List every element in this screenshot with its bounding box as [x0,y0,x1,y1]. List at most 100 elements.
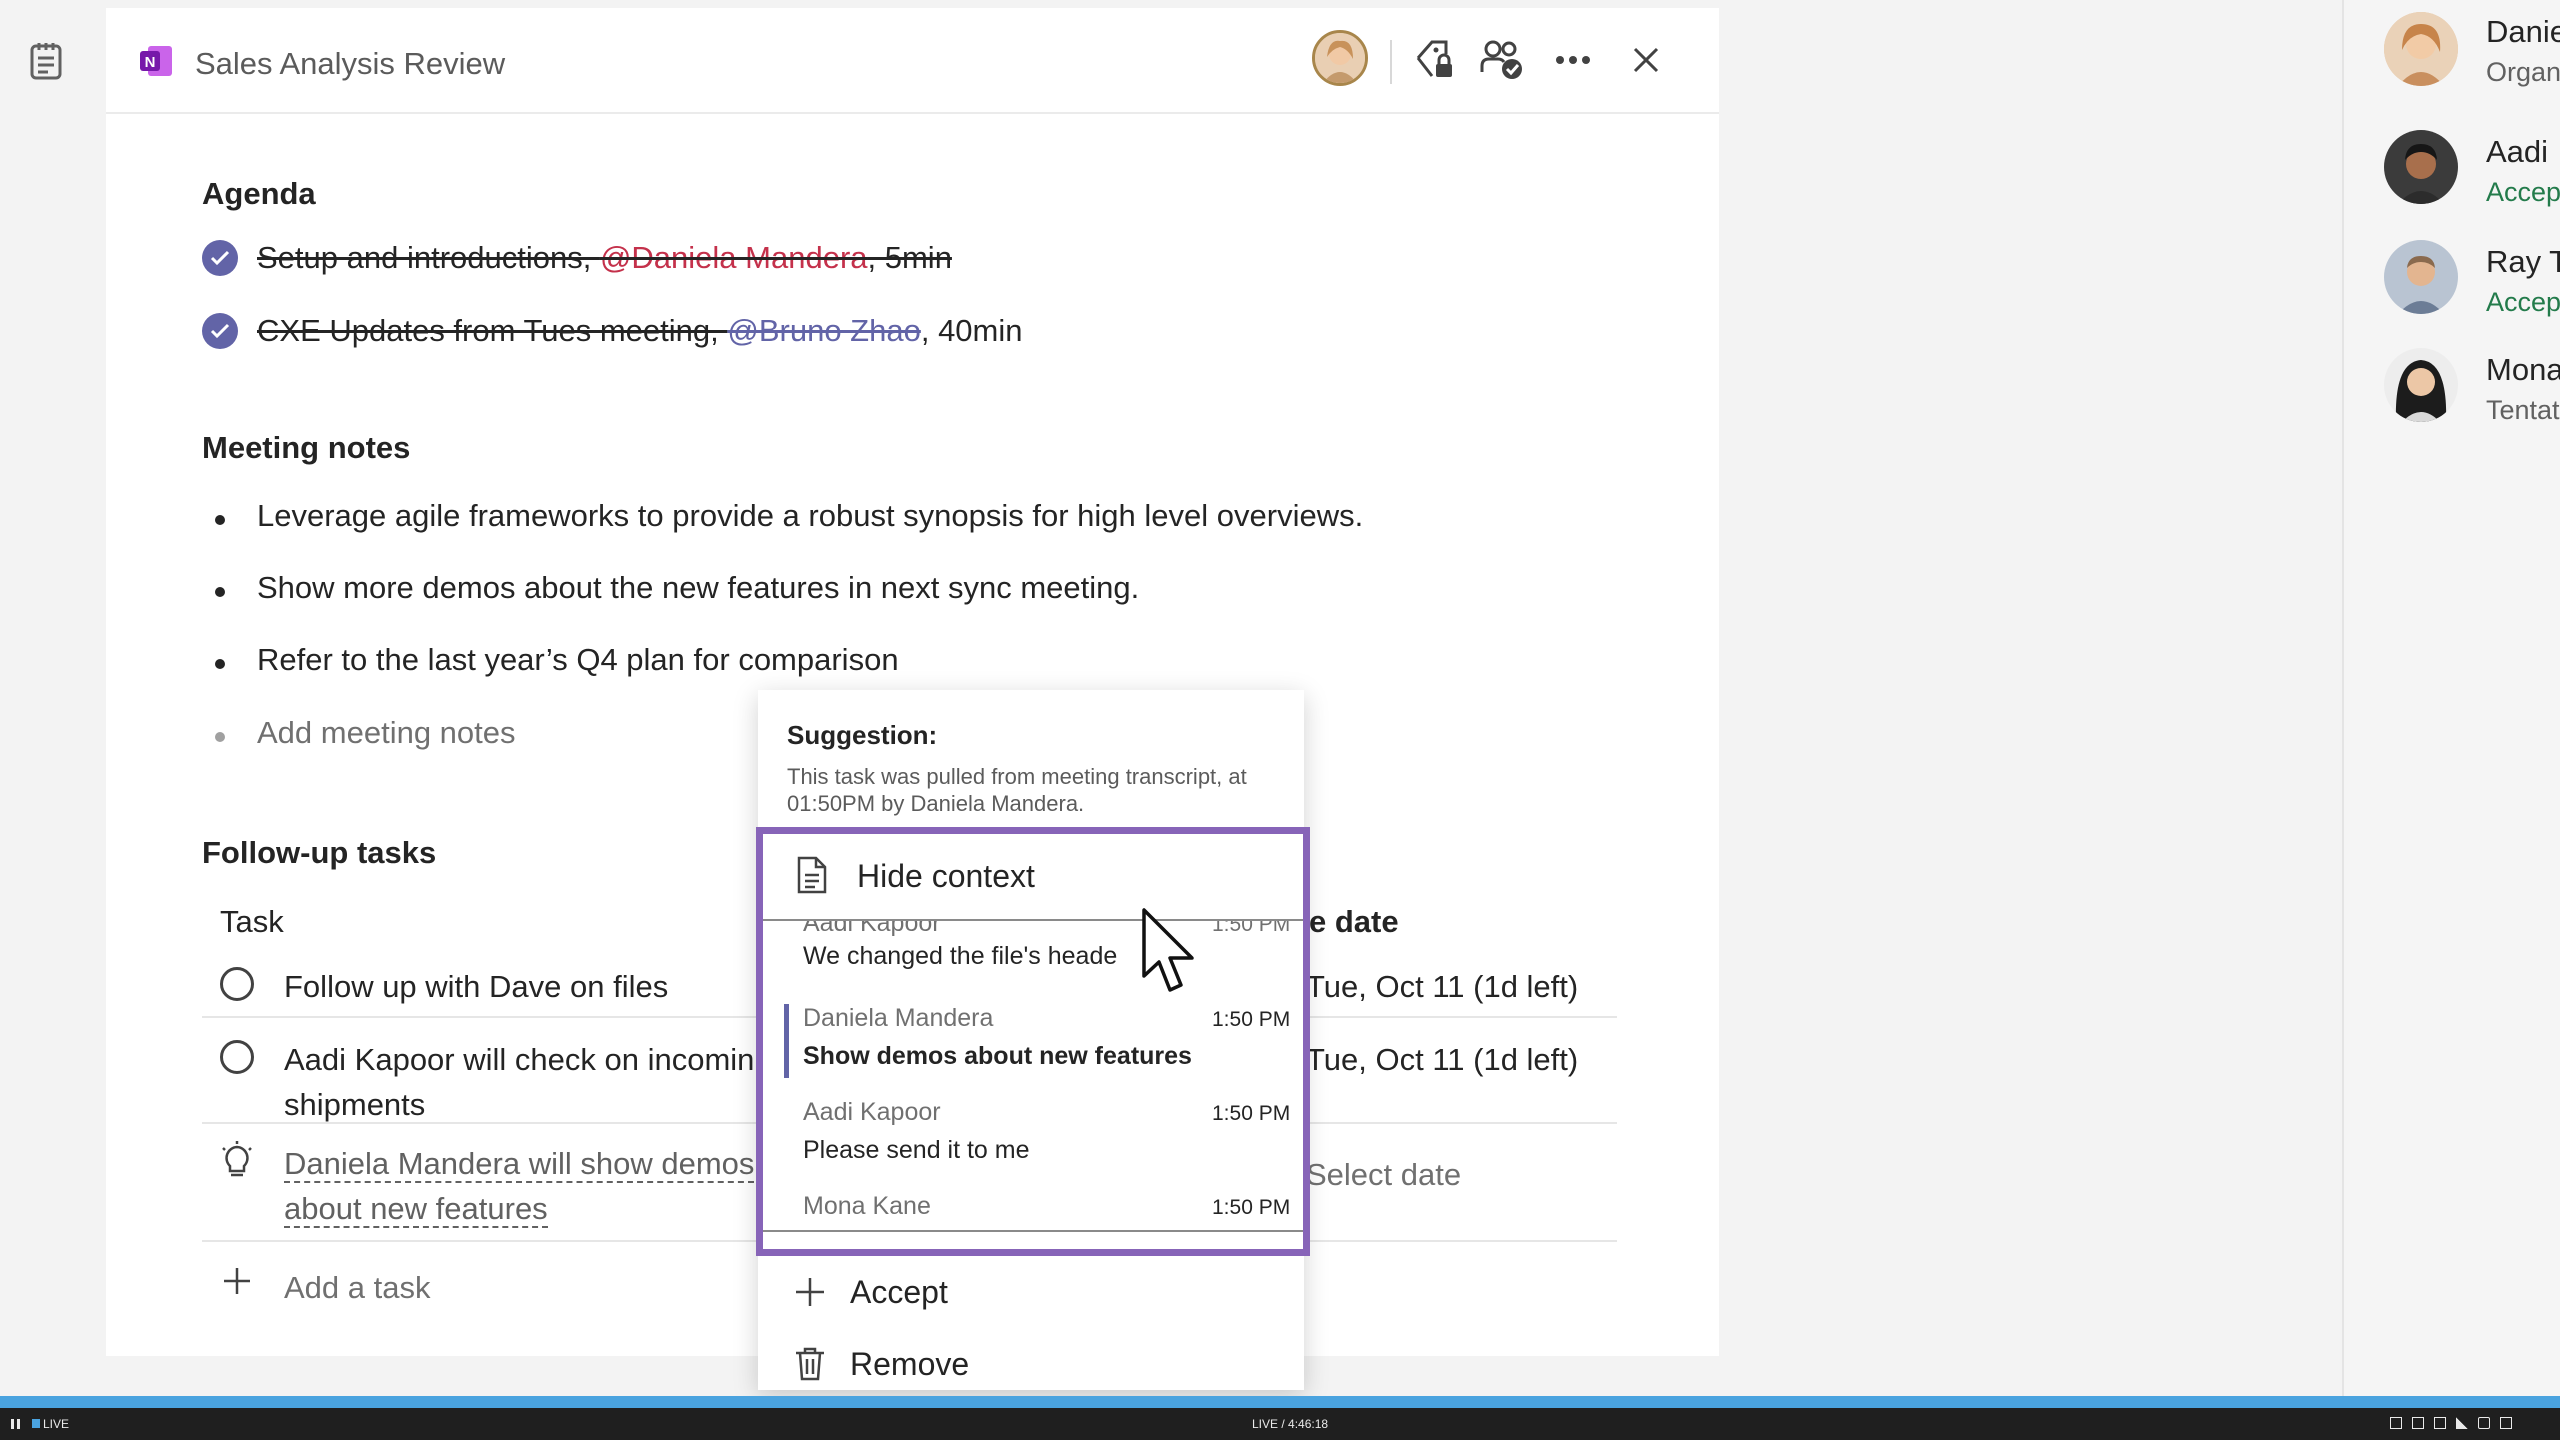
transcript-text: Show demos about new features [803,1042,1192,1070]
player-status-bar: LIVE LIVE / 4:46:18 [0,1408,2560,1440]
timestamp: 1:50 PM [1212,1008,1291,1031]
suggested-task-title[interactable]: Daniela Mandera will show demos [284,1146,755,1183]
agenda-item-duration: , 5min [867,240,952,275]
note-item[interactable]: Leverage agile frameworks to provide a r… [257,498,1363,534]
participant-name: Mona [2486,352,2560,387]
task-due-date[interactable]: Tue, Oct 11 (1d left) [1306,969,1578,1005]
plus-icon[interactable] [794,1276,826,1308]
avatar[interactable] [2384,12,2458,86]
avatar[interactable] [2384,348,2458,422]
accept-button[interactable]: Accept [850,1274,948,1311]
progress-accent-bar [0,1396,2560,1408]
signal-icon[interactable] [2456,1417,2468,1429]
volume-icon[interactable] [2478,1417,2490,1429]
page-title: Sales Analysis Review [195,46,506,81]
participant-status: Accept [2486,287,2560,317]
participant-status: Accept [2486,177,2560,207]
more-icon[interactable] [1549,36,1597,84]
tray-icon[interactable] [2412,1417,2424,1429]
task-checkbox[interactable] [220,1040,254,1074]
bullet-icon [215,587,225,597]
trash-icon[interactable] [794,1346,826,1382]
remove-button[interactable]: Remove [850,1346,969,1383]
note-item[interactable]: Refer to the last year’s Q4 plan for com… [257,642,899,678]
participants-panel: Danie Organ Aadi Accept Ray T Accept Mon… [2342,0,2560,1398]
header-divider [1390,40,1392,84]
speaker-name: Daniela Mandera [803,1004,994,1032]
pause-icon[interactable] [10,1418,22,1430]
people-check-icon[interactable] [1478,36,1526,84]
bullet-icon [215,732,225,742]
suggestion-description: This task was pulled from meeting transc… [787,764,1247,789]
agenda-item-text: CXE Updates from Tues meeting, [257,313,728,348]
speaker-name: Aadi Kapoor [803,921,941,937]
bullet-icon [215,659,225,669]
live-label: LIVE [43,1417,70,1431]
onenote-logo-icon: N [140,44,174,78]
plus-icon[interactable] [222,1266,252,1296]
tray-icons [2390,1417,2550,1431]
suggested-task-title-line2: about new features [284,1191,548,1228]
tray-icon[interactable] [2390,1417,2402,1429]
context-divider [763,1230,1303,1232]
fullscreen-icon[interactable] [2500,1417,2512,1429]
svg-text:N: N [145,54,156,71]
participant-name: Ray T [2486,244,2560,279]
tray-icon[interactable] [2434,1417,2446,1429]
bullet-icon [215,515,225,525]
avatar[interactable] [2384,130,2458,204]
date-column-header: e date [1309,904,1399,939]
speaker-name: Aadi Kapoor [803,1098,941,1126]
mouse-cursor-icon [1140,908,1198,998]
agenda-item-text: Setup and introductions, [257,240,600,275]
live-time: LIVE / 4:46:18 [1252,1417,1329,1431]
speaker-name: Mona Kane [803,1192,931,1220]
transcript-context: Hide context Aadi Kapoor 1:50 PM We chan… [756,827,1310,1256]
participant-status: Tentat [2486,395,2560,425]
checked-icon[interactable] [202,240,238,276]
tasks-heading: Follow-up tasks [202,835,437,870]
checked-icon[interactable] [202,313,238,349]
task-title-line2: shipments [284,1087,426,1122]
timestamp: 1:50 PM [1212,1196,1291,1219]
lightbulb-icon [220,1141,254,1181]
mention[interactable]: @Bruno Zhao [727,313,920,348]
agenda-item[interactable]: Setup and introductions, @Daniela Mander… [257,240,952,276]
transcript-entry: Aadi Kapoor 1:50 PM We changed the file'… [763,921,1303,981]
task-title[interactable]: Aadi Kapoor will check on incomin [284,1042,754,1078]
add-notes-input[interactable]: Add meeting notes [257,715,516,751]
tag-lock-icon[interactable] [1410,36,1458,84]
participant-name: Danie [2486,14,2560,49]
suggestion-description-line2: 01:50PM by Daniela Mandera. [787,791,1085,816]
avatar[interactable] [2384,240,2458,314]
close-icon[interactable] [1622,36,1670,84]
mention[interactable]: @Daniela Mandera [600,240,868,275]
agenda-item[interactable]: CXE Updates from Tues meeting, @Bruno Zh… [257,313,1023,349]
suggestion-heading: Suggestion: [787,720,938,750]
live-indicator-icon [32,1419,40,1428]
suggested-task-text: about new features [284,1191,548,1228]
task-checkbox[interactable] [220,967,254,1001]
participant-status: Organ [2486,57,2560,87]
participant-name: Aadi [2486,134,2549,169]
task-due-date[interactable]: Tue, Oct 11 (1d left) [1306,1042,1578,1078]
notes-rail-icon[interactable] [30,40,64,80]
avatar[interactable] [1312,30,1368,86]
document-icon [796,856,828,894]
task-column-header: Task [220,904,284,939]
meeting-notes-heading: Meeting notes [202,430,411,465]
timestamp: 1:50 PM [1212,1102,1291,1125]
highlight-bar [784,1004,789,1078]
transcript-text: Please send it to me [803,1136,1030,1164]
add-task-button[interactable]: Add a task [284,1270,430,1306]
timestamp: 1:50 PM [1212,921,1291,936]
agenda-item-duration: , 40min [920,313,1023,348]
task-title[interactable]: Follow up with Dave on files [284,969,668,1005]
agenda-heading: Agenda [202,176,316,211]
note-item[interactable]: Show more demos about the new features i… [257,570,1139,606]
hide-context-button[interactable]: Hide context [857,858,1035,895]
suggested-task-text: Daniela Mandera will show demos [284,1146,755,1183]
select-date-input[interactable]: Select date [1306,1157,1461,1193]
transcript-text: We changed the file's heade [803,942,1118,970]
card-header: N Sales Analysis Review [106,8,1719,114]
